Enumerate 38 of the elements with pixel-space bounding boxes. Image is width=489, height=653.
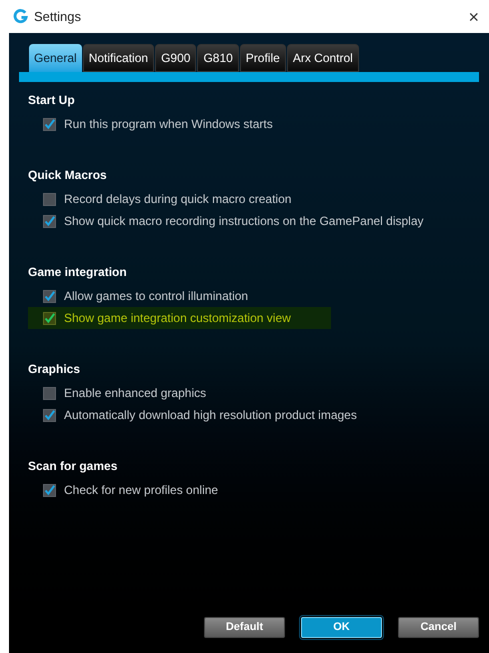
option-label: Show quick macro recording instructions on the GamePanel display [64, 213, 424, 230]
checkbox[interactable] [43, 192, 56, 206]
checkbox[interactable] [43, 312, 56, 324]
checkbox[interactable] [43, 386, 56, 400]
tab[interactable]: Notification [82, 44, 154, 72]
tab[interactable]: G900 [155, 44, 196, 72]
checkmark-icon [44, 410, 55, 420]
section-title: Scan for games [28, 458, 118, 475]
option-label: Run this program when Windows starts [64, 116, 273, 133]
checkmark-icon [44, 290, 55, 302]
option-label: Allow games to control illumination [64, 288, 248, 305]
section-title: Graphics [28, 361, 82, 378]
checkbox[interactable] [43, 408, 56, 422]
section-title: Start Up [28, 92, 76, 109]
option-label: Check for new profiles online [64, 482, 218, 499]
tab[interactable]: G810 [197, 44, 239, 72]
checkbox[interactable] [43, 290, 56, 302]
option-label: Automatically download high resolution product images [64, 407, 357, 424]
tab[interactable]: Profile [240, 44, 286, 72]
logo-icon [13, 9, 28, 24]
tab[interactable]: General [29, 44, 82, 72]
checkbox[interactable] [43, 118, 56, 130]
checkmark-icon [44, 216, 55, 226]
checkmark-icon [44, 118, 55, 130]
dialog-button[interactable]: Default [204, 617, 285, 638]
section-title: Game integration [28, 264, 128, 281]
dialog-button[interactable]: Cancel [398, 617, 479, 638]
option-label: Show game integration customization view [64, 310, 291, 327]
window-title: Settings [34, 8, 82, 26]
checkbox[interactable] [43, 214, 56, 228]
section-title: Quick Macros [28, 167, 108, 184]
tab[interactable]: Arx Control [286, 44, 359, 72]
checkmark-icon [44, 312, 55, 324]
close-button[interactable]: × [464, 8, 483, 26]
checkbox[interactable] [43, 484, 56, 496]
option-label: Record delays during quick macro creation [64, 191, 292, 208]
option-label: Enable enhanced graphics [64, 385, 206, 402]
checkmark-icon [44, 484, 55, 496]
